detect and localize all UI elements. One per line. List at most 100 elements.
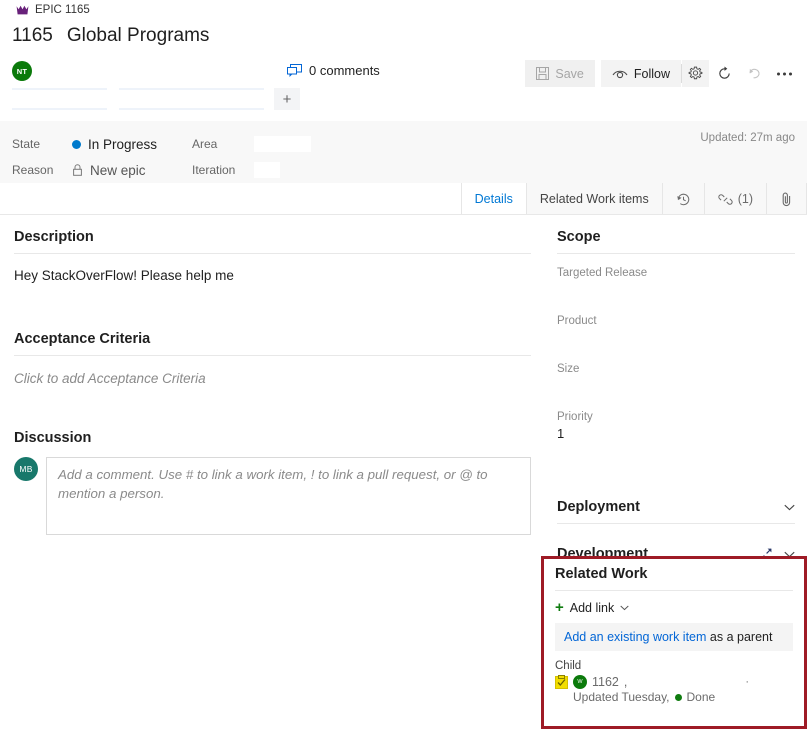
area-iteration-group: Area Iteration	[192, 131, 311, 183]
related-work-heading: Related Work	[555, 566, 648, 582]
state-value: In Progress	[88, 136, 158, 152]
header-field-two[interactable]	[119, 88, 264, 110]
settings-button[interactable]	[682, 60, 709, 87]
targeted-release-value[interactable]	[557, 282, 795, 299]
undo-icon	[748, 68, 760, 79]
related-work-item-title-row: W 1162 , ·	[555, 675, 793, 689]
deployment-controls	[784, 504, 795, 511]
size-label: Size	[557, 363, 580, 375]
tab-related-work-items[interactable]: Related Work items	[525, 183, 663, 215]
deployment-heading: Deployment	[557, 499, 640, 515]
more-actions-button[interactable]	[769, 60, 799, 87]
task-icon	[555, 675, 568, 689]
header-field-one[interactable]	[12, 88, 107, 110]
description-section: Description Hey StackOverFlow! Please he…	[14, 215, 531, 283]
chevron-down-icon[interactable]	[784, 504, 795, 511]
discussion-compose-row: MB Add a comment. Use # to link a work i…	[14, 457, 531, 535]
work-item-id: 1165	[12, 25, 53, 46]
comments-link[interactable]: 0 comments	[287, 63, 380, 78]
title-row: 1165 Global Programs	[12, 25, 209, 47]
related-work-item-meta-row: Updated Tuesday, Done	[573, 690, 793, 704]
follow-button[interactable]: Follow	[600, 60, 681, 87]
add-link-label: Add link	[569, 600, 615, 615]
reason-value-control: New epic	[72, 163, 146, 178]
save-button[interactable]: Save	[525, 60, 595, 87]
description-heading: Description	[14, 229, 94, 245]
tab-details[interactable]: Details	[460, 183, 527, 215]
breadcrumb[interactable]: EPIC 1165	[16, 4, 90, 16]
add-link-button[interactable]: + Add link	[555, 600, 793, 615]
description-text[interactable]: Hey StackOverFlow! Please help me	[14, 268, 531, 283]
updated-timestamp: Updated: 27m ago	[700, 132, 795, 144]
avatar: W	[573, 675, 587, 689]
gear-icon	[688, 66, 703, 80]
state-row: State In Progress	[12, 131, 157, 157]
scope-heading: Scope	[557, 229, 601, 245]
reason-value: New epic	[90, 162, 146, 178]
product-value[interactable]	[557, 330, 795, 347]
acceptance-criteria-heading: Acceptance Criteria	[14, 331, 151, 347]
state-label: State	[12, 137, 41, 151]
refresh-button[interactable]	[709, 60, 739, 87]
related-work-item-trailing-dot: ·	[745, 676, 750, 688]
undo-button[interactable]	[739, 60, 769, 87]
scope-rule	[557, 253, 795, 254]
deployment-rule	[557, 523, 795, 524]
related-work-item-id: 1162	[592, 675, 619, 689]
area-row: Area	[192, 131, 311, 157]
reason-row: Reason New epic	[12, 157, 157, 183]
follow-eye-icon	[612, 70, 628, 78]
avatar: MB	[14, 457, 38, 481]
scope-section: Scope Targeted Release Product Size Prio…	[557, 215, 795, 441]
ellipsis-icon	[776, 72, 792, 75]
related-work-rule	[555, 590, 793, 591]
tab-links[interactable]: (1)	[703, 183, 767, 215]
reason-label: Reason	[12, 163, 54, 177]
comments-count-label: 0 comments	[309, 63, 380, 78]
targeted-release-label: Targeted Release	[557, 267, 648, 279]
tab-attachments[interactable]	[766, 183, 807, 215]
chevron-down-icon	[620, 605, 629, 610]
tab-history[interactable]	[661, 183, 705, 215]
link-suggestion-row[interactable]: Add an existing work item as a parent	[555, 623, 793, 651]
paperclip-icon	[782, 192, 791, 207]
priority-value[interactable]: 1	[557, 426, 795, 441]
deployment-header[interactable]: Deployment	[557, 499, 795, 515]
plus-icon: +	[555, 599, 564, 616]
work-item-tabs: Details Related Work items (1)	[460, 183, 807, 215]
related-work-group-label: Child	[555, 660, 582, 672]
discussion-heading: Discussion	[14, 430, 92, 446]
epic-crown-icon	[16, 5, 29, 14]
related-work-item[interactable]: W 1162 , · Updated Tuesday, Done	[555, 675, 793, 704]
iteration-label: Iteration	[192, 163, 236, 177]
acceptance-criteria-section: Acceptance Criteria Click to add Accepta…	[14, 331, 531, 386]
related-work-panel: Related Work + Add link Add an existing …	[541, 556, 807, 729]
area-value[interactable]	[254, 136, 311, 152]
state-value-control[interactable]: In Progress	[72, 137, 157, 152]
work-item-title[interactable]: Global Programs	[67, 25, 210, 47]
add-existing-work-item-link[interactable]: Add an existing work item	[564, 630, 706, 644]
details-main-column: Description Hey StackOverFlow! Please he…	[0, 215, 545, 732]
tags-row: +	[12, 88, 300, 110]
history-clock-icon	[676, 193, 689, 205]
related-work-item-updated: Updated Tuesday,	[573, 690, 670, 704]
author-avatar-wrap[interactable]: NT	[12, 61, 32, 81]
product-label: Product	[557, 315, 597, 327]
related-work-item-title-redacted	[632, 676, 741, 688]
save-label: Save	[555, 66, 584, 81]
follow-label: Follow	[633, 66, 670, 81]
size-value[interactable]	[557, 378, 795, 395]
priority-label: Priority	[557, 411, 593, 423]
acceptance-criteria-placeholder[interactable]: Click to add Acceptance Criteria	[14, 371, 531, 386]
related-work-item-separator: ,	[623, 675, 628, 689]
breadcrumb-label: EPIC 1165	[35, 4, 90, 16]
refresh-icon	[718, 66, 730, 79]
lock-icon	[73, 164, 82, 176]
add-tag-button[interactable]: +	[274, 88, 300, 110]
deployment-section[interactable]: Deployment	[557, 499, 795, 524]
related-work-item-state-dot	[674, 693, 682, 701]
tab-related-work-items-label: Related Work items	[539, 192, 649, 206]
iteration-value[interactable]	[254, 162, 280, 178]
work-item-header: EPIC 1165 1165 Global Programs NT 0 comm…	[0, 0, 807, 121]
comment-input[interactable]: Add a comment. Use # to link a work item…	[46, 457, 531, 535]
